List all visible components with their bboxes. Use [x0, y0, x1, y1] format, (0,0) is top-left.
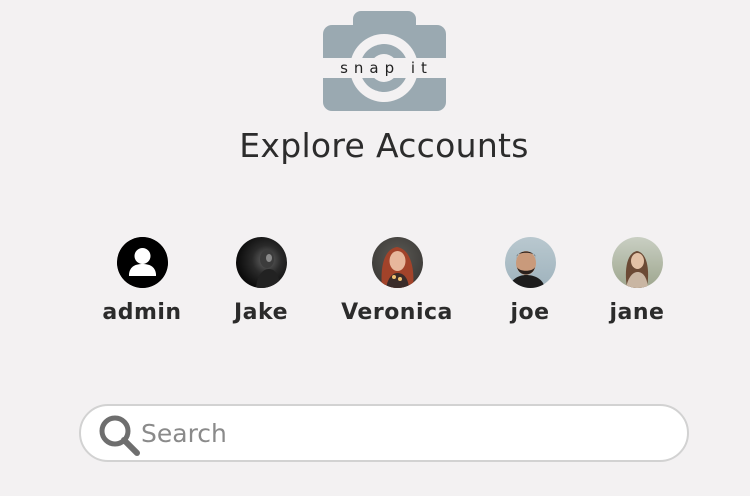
account-name[interactable]: jane [577, 299, 697, 327]
logo-text: snap it [340, 59, 433, 77]
account-veronica[interactable]: Veronica [337, 237, 457, 327]
search-input[interactable] [141, 414, 661, 452]
avatar-photo [381, 247, 413, 288]
avatar-photo [508, 251, 545, 288]
snap-it-logo: snap it [323, 11, 446, 111]
search-icon[interactable] [97, 413, 141, 457]
search-bar[interactable] [79, 404, 689, 462]
account-jane[interactable]: jane [577, 237, 697, 327]
avatar[interactable] [504, 237, 556, 288]
page-title: Explore Accounts [239, 126, 529, 165]
avatar[interactable] [235, 237, 287, 288]
avatar-photo [255, 250, 280, 288]
account-name[interactable]: Jake [201, 299, 321, 327]
account-name[interactable]: joe [470, 299, 590, 327]
avatar[interactable] [371, 237, 423, 288]
avatar[interactable] [116, 237, 168, 288]
account-name[interactable]: Veronica [337, 299, 457, 327]
avatar[interactable] [611, 237, 663, 288]
account-jake[interactable]: Jake [201, 237, 321, 327]
user-icon [116, 237, 168, 288]
account-admin[interactable]: admin [82, 237, 202, 327]
account-joe[interactable]: joe [470, 237, 590, 327]
account-name[interactable]: admin [82, 299, 202, 327]
avatar-photo [625, 251, 648, 288]
